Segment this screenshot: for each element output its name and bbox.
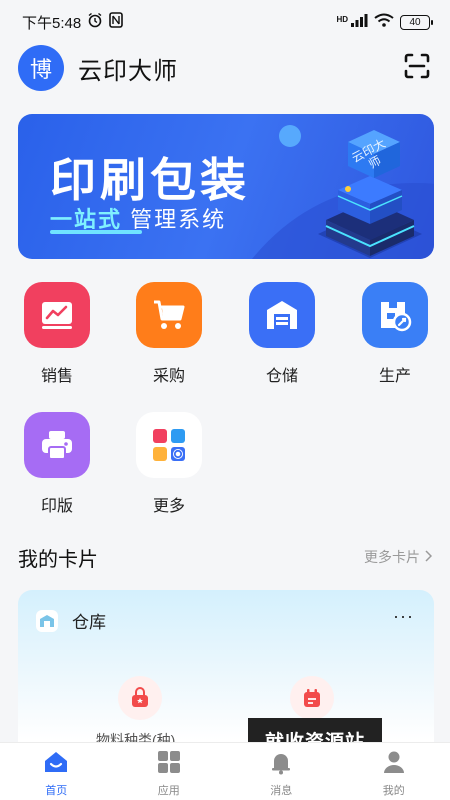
bag-icon — [118, 676, 162, 720]
user-icon — [381, 749, 407, 780]
cart-icon — [136, 282, 202, 348]
more-apps-icon — [136, 412, 202, 478]
tab-label-messages: 消息 — [270, 785, 293, 797]
grid-label-production: 生产 — [378, 368, 411, 385]
scan-button[interactable] — [402, 53, 432, 83]
tab-label-mine: 我的 — [382, 785, 405, 797]
home-icon — [43, 749, 69, 780]
printer-icon — [24, 412, 90, 478]
nfc-icon — [109, 12, 124, 32]
status-right: HD 40 — [336, 13, 433, 31]
tab-label-home: 首页 — [45, 785, 68, 797]
battery-indicator: 40 — [400, 14, 433, 30]
signal-icon — [350, 13, 368, 31]
card-title: 仓库 — [72, 613, 106, 632]
more-cards-link[interactable]: 更多卡片 — [364, 547, 433, 567]
bell-icon — [268, 749, 294, 780]
network-label: HD — [336, 15, 348, 24]
section-title: 我的卡片 — [18, 548, 98, 571]
tab-mine[interactable]: 我的 — [338, 743, 450, 800]
grid-label-plate: 印版 — [40, 498, 73, 515]
warehouse-icon — [249, 282, 315, 348]
cards-section-header: 我的卡片 更多卡片 — [18, 540, 433, 574]
chevron-right-icon — [424, 549, 433, 565]
wifi-icon — [374, 13, 394, 31]
apps-icon — [156, 749, 182, 780]
app-header: 博 云印大师 — [18, 44, 432, 92]
grid-item-plate[interactable]: 印版 — [12, 412, 102, 516]
tab-label-apps: 应用 — [157, 785, 180, 797]
banner-underline — [50, 230, 142, 234]
grid-item-purchase[interactable]: 采购 — [124, 282, 214, 386]
calendar-icon — [290, 676, 334, 720]
banner-title: 印刷包装 — [50, 153, 250, 207]
header-left: 博 云印大师 — [18, 45, 178, 91]
tab-home[interactable]: 首页 — [0, 743, 113, 800]
grid-label-warehouse: 仓储 — [265, 368, 298, 385]
bottom-tab-bar: 首页 应用 消息 我的 — [0, 742, 450, 800]
page-title: 云印大师 — [78, 57, 178, 85]
card-menu-button[interactable]: ··· — [393, 606, 414, 627]
more-cards-label: 更多卡片 — [364, 549, 420, 565]
status-bar: 下午5:48 HD 40 — [0, 0, 450, 44]
grid-label-sales: 销售 — [40, 368, 73, 385]
tab-messages[interactable]: 消息 — [225, 743, 338, 800]
card-header: 仓库 — [36, 608, 106, 633]
grid-item-more[interactable]: 更多 — [124, 412, 214, 516]
grid-item-sales[interactable]: 销售 — [12, 282, 102, 386]
grid-item-warehouse[interactable]: 仓储 — [237, 282, 327, 386]
scan-icon — [403, 52, 431, 85]
grid-item-production[interactable]: 生产 — [350, 282, 440, 386]
grid-label-purchase: 采购 — [152, 368, 185, 385]
avatar[interactable]: 博 — [18, 45, 64, 91]
production-icon — [362, 282, 428, 348]
tab-apps[interactable]: 应用 — [113, 743, 226, 800]
banner-subtitle-rest: 管理系统 — [130, 207, 227, 232]
status-time: 下午5:48 — [22, 14, 82, 32]
grid-label-more: 更多 — [152, 498, 185, 515]
promo-banner[interactable]: 印刷包装 一站式 管理系统 云印大师 — [18, 114, 434, 259]
sales-chart-icon — [24, 282, 90, 348]
status-left: 下午5:48 — [22, 12, 124, 33]
banner-subtitle-highlight: 一站式 — [50, 207, 123, 232]
alarm-icon — [87, 12, 103, 32]
warehouse-small-icon — [36, 609, 58, 632]
